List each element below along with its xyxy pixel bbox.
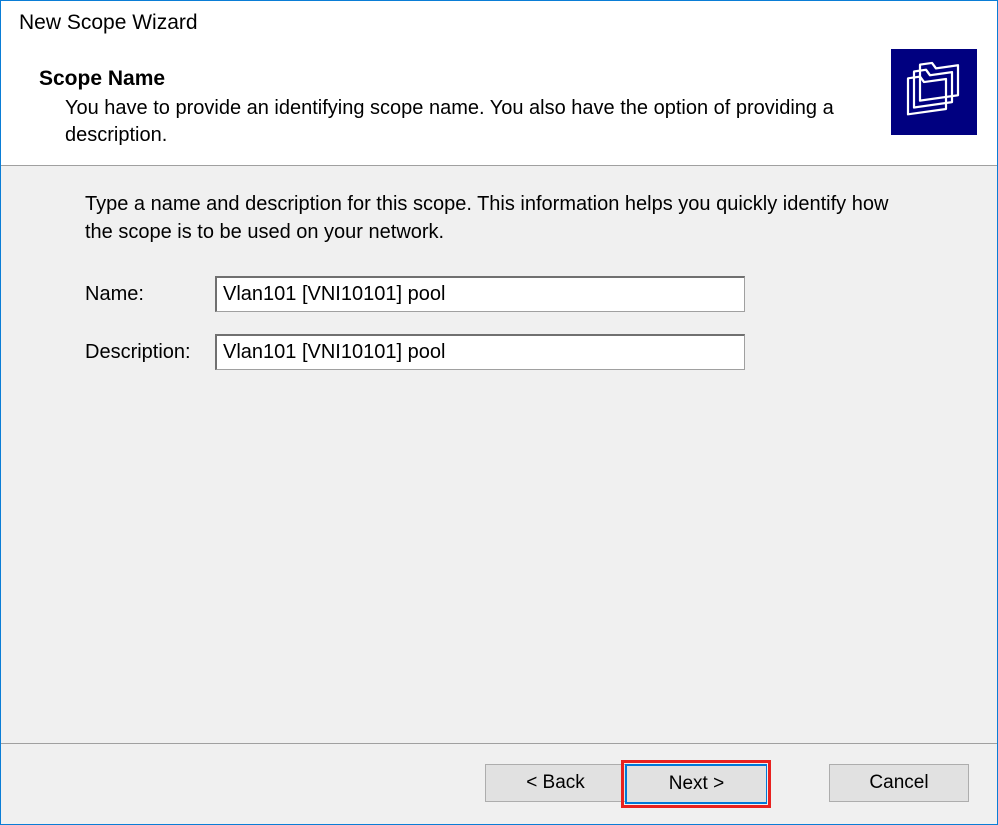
header-subtitle: You have to provide an identifying scope…: [65, 95, 855, 149]
description-row: Description:: [85, 334, 927, 370]
wizard-header: Scope Name You have to provide an identi…: [1, 43, 997, 166]
description-input[interactable]: [215, 334, 745, 370]
cancel-button[interactable]: Cancel: [829, 764, 969, 802]
name-row: Name:: [85, 276, 927, 312]
scope-folder-icon: [891, 49, 977, 135]
wizard-content: Type a name and description for this sco…: [1, 166, 997, 743]
next-highlight: Next >: [625, 764, 767, 804]
header-text: Scope Name You have to provide an identi…: [21, 47, 891, 149]
name-label: Name:: [85, 283, 215, 306]
instructions-text: Type a name and description for this sco…: [85, 190, 905, 246]
header-title: Scope Name: [39, 67, 891, 91]
nav-button-group: < Back Next >: [485, 764, 767, 804]
wizard-footer: < Back Next > Cancel: [1, 743, 997, 824]
name-input[interactable]: [215, 276, 745, 312]
description-label: Description:: [85, 341, 215, 364]
next-button[interactable]: Next >: [626, 765, 766, 803]
wizard-window: New Scope Wizard Scope Name You have to …: [0, 0, 998, 825]
spacer: [781, 764, 815, 804]
window-title: New Scope Wizard: [1, 1, 997, 43]
back-button[interactable]: < Back: [485, 764, 625, 802]
